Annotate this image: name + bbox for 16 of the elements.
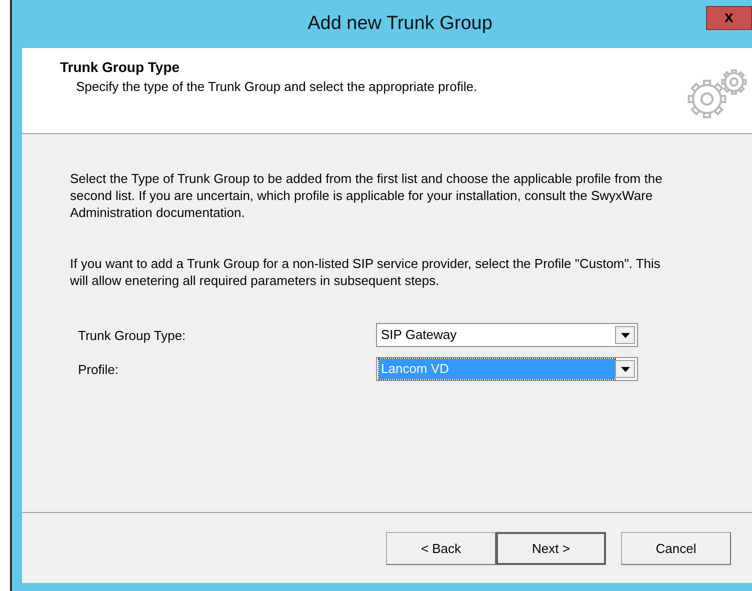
wizard-button[interactable]: < Back [386, 532, 496, 564]
dropdown[interactable]: SIP Gateway [376, 323, 638, 347]
instruction-text: If you want to add a Trunk Group for a non-listed SIP service provider, select the Profile "Custom". This will allow enetering all required parameters in subsequent steps. [70, 255, 662, 289]
page-subtitle: Specify the type of the Trunk Group and select the appropriate profile. [76, 79, 478, 94]
caret-icon [620, 366, 630, 372]
dropdown-value: Lancom VD [379, 359, 615, 379]
wizard-button[interactable]: Next > [496, 532, 606, 564]
dropdown-value: SIP Gateway [380, 326, 458, 344]
field-label: Trunk Group Type: [78, 328, 187, 342]
close-button[interactable]: x [706, 6, 752, 30]
wizard-button[interactable]: Cancel [621, 532, 731, 564]
caret-icon [620, 332, 630, 338]
window-title: Add new Trunk Group [308, 13, 492, 35]
page-title: Trunk Group Type [60, 59, 181, 75]
field-label: Profile: [78, 362, 120, 376]
instruction-text: Select the Type of Trunk Group to be added from the first list and choose the applicable profile from the second list. If you are uncertain, which profile is applicable for your installation, consult the SwyxWare Administration documentation. [70, 170, 664, 221]
